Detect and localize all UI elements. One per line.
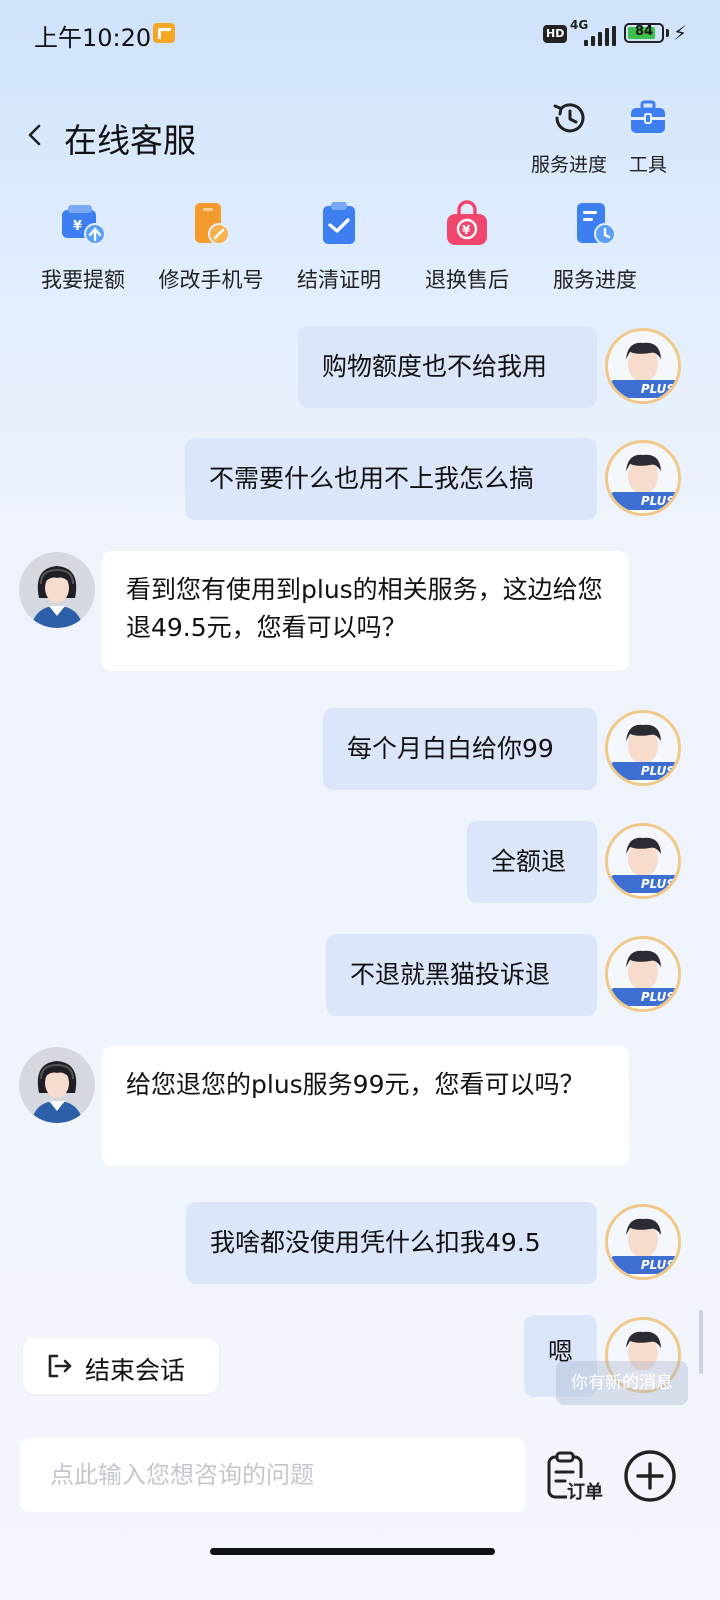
page-title: 在线客服 bbox=[64, 121, 196, 160]
back-arrow-icon[interactable] bbox=[22, 122, 48, 148]
message-text: 购物额度也不给我用 bbox=[322, 352, 548, 381]
user-avatar[interactable]: PLUS bbox=[605, 710, 681, 786]
tools-button[interactable]: 工具 bbox=[605, 98, 691, 177]
hd-icon: HD bbox=[543, 25, 568, 43]
shortcut-label: 服务进度 bbox=[553, 268, 637, 292]
battery-level: 84 bbox=[634, 24, 654, 39]
chat-history[interactable]: 购物额度也不给我用 PLUS 不需要什么也用不上我怎么搞 PLUS 看到您有使用… bbox=[0, 310, 720, 1420]
user-avatar[interactable]: PLUS bbox=[605, 936, 681, 1012]
shortcut-return-after-sales[interactable]: ¥ 退换售后 bbox=[402, 200, 532, 294]
status-time: 上午10:20 bbox=[34, 24, 152, 52]
notification-icon bbox=[153, 23, 175, 43]
shortcut-change-phone[interactable]: 修改手机号 bbox=[146, 200, 276, 294]
message-text: 不退就黑猫投诉退 bbox=[350, 960, 551, 989]
user-message-bubble: 购物额度也不给我用 bbox=[298, 326, 597, 408]
user-avatar[interactable]: PLUS bbox=[605, 328, 681, 404]
user-message-bubble: 我啥都没使用凭什么扣我49.5 bbox=[186, 1202, 597, 1284]
shortcut-raise-limit[interactable]: ¥ 我要提额 bbox=[18, 200, 148, 294]
document-clock-icon bbox=[577, 203, 616, 245]
wallet-upload-icon: ¥ bbox=[62, 205, 106, 245]
svg-text:¥: ¥ bbox=[73, 219, 82, 234]
message-text: 每个月白白给你99 bbox=[347, 734, 554, 763]
phone-edit-icon bbox=[195, 203, 230, 245]
shortcut-label: 修改手机号 bbox=[158, 268, 264, 292]
refund-bag-icon: ¥ bbox=[447, 200, 487, 245]
shortcut-label: 结清证明 bbox=[297, 268, 381, 292]
shortcut-label: 我要提额 bbox=[41, 268, 125, 292]
svg-text:¥: ¥ bbox=[462, 223, 471, 237]
home-indicator[interactable] bbox=[210, 1548, 495, 1555]
new-message-toast[interactable]: 你有新的消息 bbox=[556, 1361, 688, 1405]
message-text: 不需要什么也用不上我怎么搞 bbox=[209, 464, 535, 493]
status-bar: 上午10:20 HD 4G 84 ⚡ bbox=[0, 0, 720, 70]
header: 在线客服 服务进度 工具 bbox=[0, 90, 720, 180]
user-avatar[interactable]: PLUS bbox=[605, 823, 681, 899]
add-plus-icon[interactable] bbox=[622, 1448, 678, 1504]
exit-icon bbox=[48, 1354, 72, 1378]
user-avatar[interactable]: PLUS bbox=[605, 1204, 681, 1280]
input-bar: 订单 bbox=[0, 1420, 720, 1530]
plus-badge: PLUS bbox=[611, 380, 678, 398]
message-text: 我啥都没使用凭什么扣我49.5 bbox=[210, 1228, 541, 1257]
agent-message-bubble: 给您退您的plus服务99元，您看可以吗？ bbox=[102, 1046, 629, 1166]
plus-badge: PLUS bbox=[611, 988, 678, 1006]
user-message-bubble: 不退就黑猫投诉退 bbox=[326, 934, 597, 1016]
plus-badge: PLUS bbox=[611, 1256, 678, 1274]
shortcut-settlement-proof[interactable]: 结清证明 bbox=[274, 200, 404, 294]
service-progress-label: 服务进度 bbox=[530, 154, 607, 176]
order-button[interactable]: 订单 bbox=[545, 1450, 607, 1504]
toolbox-icon bbox=[631, 100, 665, 133]
charging-icon: ⚡ bbox=[673, 21, 688, 45]
end-session-button[interactable]: 结束会话 bbox=[23, 1338, 219, 1394]
message-text: 看到您有使用到plus的相关服务，这边给您退49.5元，您看可以吗？ bbox=[126, 575, 603, 642]
agent-avatar bbox=[19, 1047, 95, 1123]
clipboard-check-icon bbox=[323, 202, 355, 244]
shortcut-label: 退换售后 bbox=[425, 268, 509, 292]
user-message-bubble: 每个月白白给你99 bbox=[323, 708, 597, 790]
message-input[interactable] bbox=[20, 1438, 525, 1512]
agent-avatar bbox=[19, 552, 95, 628]
order-label: 订单 bbox=[567, 1478, 603, 1504]
tools-label: 工具 bbox=[628, 154, 667, 176]
signal-icon bbox=[572, 26, 616, 46]
user-message-bubble: 不需要什么也用不上我怎么搞 bbox=[185, 438, 597, 520]
battery-icon: 84 bbox=[624, 23, 664, 43]
agent-message-bubble: 看到您有使用到plus的相关服务，这边给您退49.5元，您看可以吗？ bbox=[102, 551, 629, 671]
end-session-label: 结束会话 bbox=[85, 1356, 186, 1385]
user-message-bubble: 全额退 bbox=[467, 821, 597, 903]
shortcut-bar: ¥ 我要提额 修改手机号 结清证明 ¥ 退换售后 服务进度 bbox=[0, 200, 720, 300]
message-text: 全额退 bbox=[491, 847, 567, 876]
plus-badge: PLUS bbox=[611, 875, 678, 893]
message-text: 给您退您的plus服务99元，您看可以吗？ bbox=[126, 1070, 585, 1099]
scrollbar[interactable] bbox=[699, 1310, 703, 1374]
plus-badge: PLUS bbox=[611, 492, 678, 510]
user-avatar[interactable]: PLUS bbox=[605, 440, 681, 516]
service-progress-button[interactable]: 服务进度 bbox=[526, 98, 612, 177]
plus-badge: PLUS bbox=[611, 762, 678, 780]
shortcut-service-progress[interactable]: 服务进度 bbox=[530, 200, 660, 294]
clock-icon bbox=[553, 103, 585, 133]
